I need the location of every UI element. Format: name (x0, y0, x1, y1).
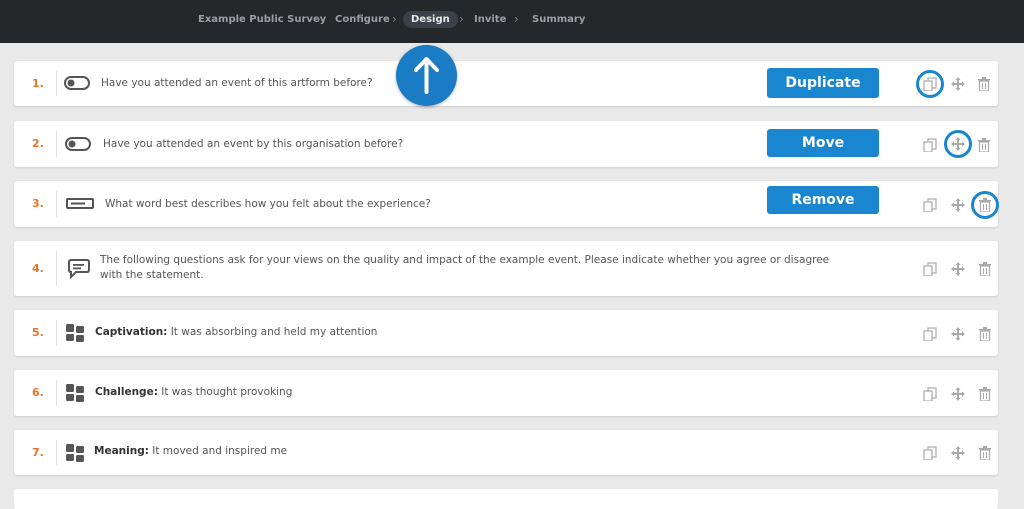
question-card-7[interactable]: 7. Meaning: It moved and inspired me (14, 430, 998, 475)
breadcrumb: Example Public Survey › Configure › Desi… (0, 0, 1024, 43)
divider (56, 320, 57, 346)
question-statement: It was absorbing and held my attention (167, 326, 378, 338)
grid-icon (66, 384, 84, 402)
question-text: The following questions ask for your vie… (100, 254, 830, 281)
question-label: Captivation: (95, 326, 168, 338)
move-icon[interactable] (951, 198, 965, 212)
trash-icon[interactable] (978, 327, 992, 341)
trash-icon[interactable] (978, 387, 992, 401)
question-card-2[interactable]: 2. Have you attended an event by this or… (14, 121, 998, 167)
question-label: Meaning: (94, 445, 149, 457)
move-icon[interactable] (951, 387, 965, 401)
duplicate-icon[interactable] (923, 387, 937, 401)
grid-icon (66, 324, 84, 342)
duplicate-icon[interactable] (923, 138, 937, 152)
question-number: 2. (32, 137, 44, 150)
duplicate-callout: Duplicate (767, 68, 879, 98)
question-number: 6. (32, 386, 44, 399)
move-icon[interactable] (951, 77, 965, 91)
question-text: Meaning: It moved and inspired me (94, 444, 287, 459)
question-card-8-partial[interactable] (14, 489, 998, 509)
divider (56, 131, 57, 157)
trash-icon[interactable] (977, 138, 991, 152)
breadcrumb-example-public-survey[interactable]: Example Public Survey (198, 14, 326, 25)
move-icon[interactable] (951, 262, 965, 276)
question-card-3[interactable]: 3. What word best describes how you felt… (14, 181, 999, 227)
breadcrumb-separator: › (514, 12, 519, 26)
toggle-icon (64, 76, 90, 90)
duplicate-icon[interactable] (923, 198, 937, 212)
duplicate-icon[interactable] (923, 446, 937, 460)
toggle-icon (65, 137, 91, 151)
divider (56, 380, 57, 406)
question-number: 7. (32, 446, 44, 459)
remove-callout: Remove (767, 186, 879, 214)
question-number: 5. (32, 326, 44, 339)
question-card-6[interactable]: 6. Challenge: It was thought provoking (14, 370, 998, 416)
question-card-5[interactable]: 5. Captivation: It was absorbing and hel… (14, 310, 998, 356)
breadcrumb-design[interactable]: Design (403, 11, 458, 28)
question-card-1[interactable]: 1. Have you attended an event of this ar… (14, 61, 998, 106)
arrow-up-icon (414, 57, 439, 94)
move-callout: Move (767, 129, 879, 157)
question-statement: It moved and inspired me (148, 445, 288, 457)
grid-icon (66, 444, 84, 462)
breadcrumb-separator: › (459, 12, 464, 26)
question-text: Have you attended an event by this organ… (103, 138, 404, 150)
question-statement: It was thought provoking (157, 386, 293, 398)
move-icon[interactable] (951, 327, 965, 341)
speech-bubble-icon (68, 259, 90, 279)
breadcrumb-summary[interactable]: Summary (532, 14, 585, 25)
duplicate-icon[interactable] (923, 262, 937, 276)
question-text: Have you attended an event of this artfo… (101, 77, 373, 89)
divider (56, 251, 57, 286)
breadcrumb-configure[interactable]: Configure (335, 14, 390, 25)
trash-icon[interactable] (978, 262, 992, 276)
breadcrumb-invite[interactable]: Invite (474, 14, 506, 25)
breadcrumb-separator: › (392, 12, 397, 26)
question-text: Challenge: It was thought provoking (95, 385, 292, 400)
duplicate-icon[interactable] (923, 327, 937, 341)
trash-icon[interactable] (978, 446, 992, 460)
question-text: Captivation: It was absorbing and held m… (95, 325, 377, 340)
question-label: Challenge: (95, 386, 158, 398)
divider (56, 440, 57, 465)
question-number: 4. (32, 262, 44, 275)
trash-icon[interactable] (977, 77, 991, 91)
question-text: What word best describes how you felt ab… (105, 198, 431, 210)
remove-highlight-ring (971, 191, 999, 219)
up-arrow-callout (396, 45, 457, 106)
text-field-icon (66, 198, 94, 209)
move-icon[interactable] (951, 446, 965, 460)
divider (56, 71, 57, 96)
breadcrumb-separator: › (316, 12, 321, 26)
divider (56, 191, 57, 217)
question-number: 1. (32, 77, 44, 90)
duplicate-highlight-ring (916, 70, 944, 98)
top-navigation-bar: Example Public Survey › Configure › Desi… (0, 0, 1024, 43)
move-highlight-ring (944, 130, 972, 158)
question-card-4[interactable]: 4. The following questions ask for your … (14, 241, 998, 296)
question-number: 3. (32, 197, 44, 210)
